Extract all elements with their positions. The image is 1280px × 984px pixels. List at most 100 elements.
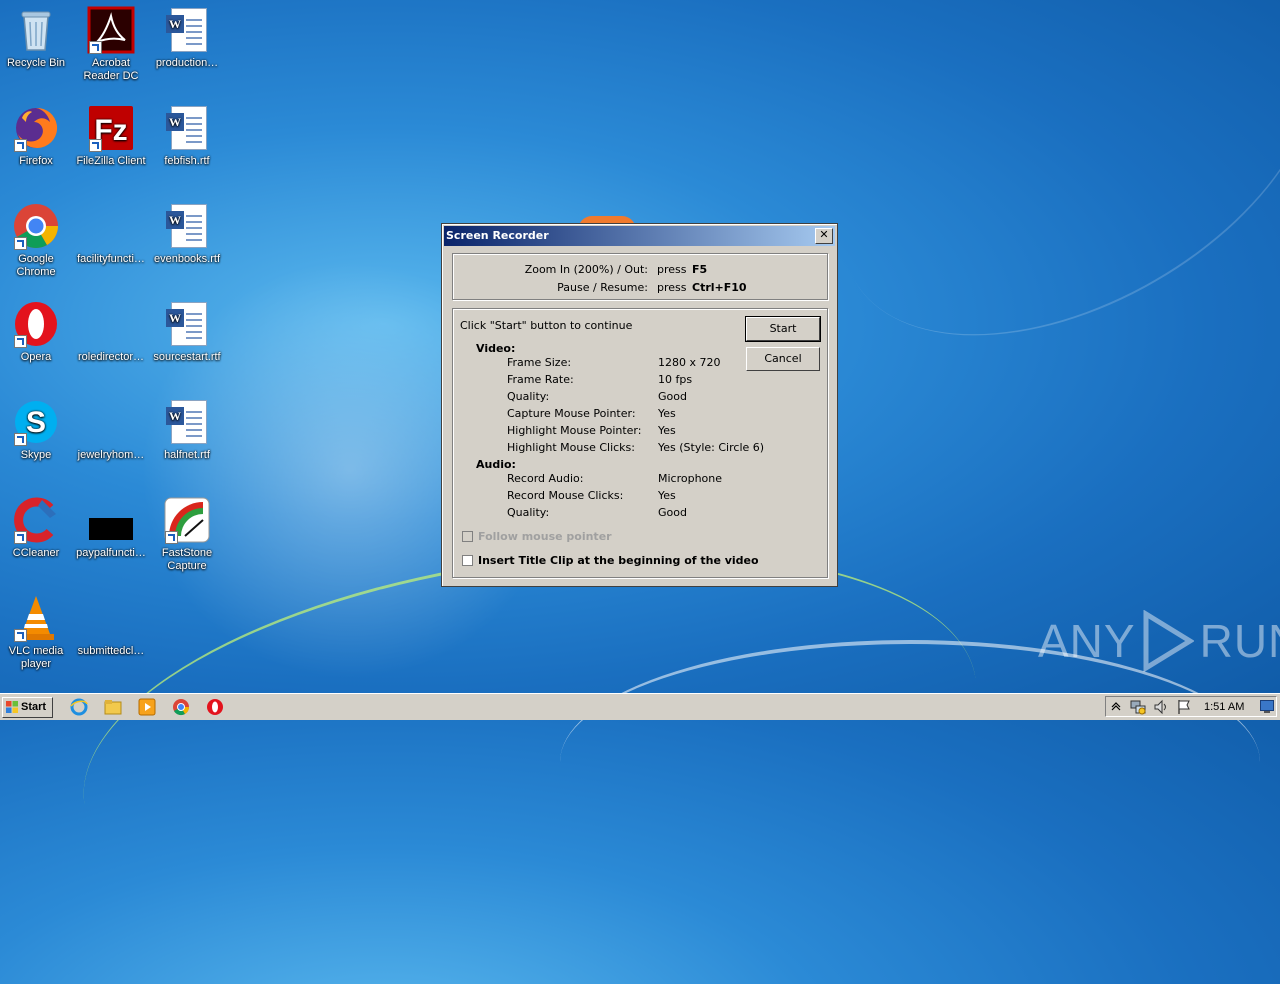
icon-label: Opera xyxy=(20,351,52,363)
start-button-taskbar[interactable]: Start xyxy=(2,697,53,718)
follow-pointer-checkbox[interactable] xyxy=(462,531,473,542)
desktop-icon-file[interactable]: paypalfuncti… xyxy=(73,496,149,560)
setting-name: Frame Size: xyxy=(507,356,572,369)
system-tray xyxy=(1105,696,1277,717)
shortcut-arrow-icon xyxy=(14,237,27,250)
desktop-icon-word-doc[interactable]: W sourcestart.rtf xyxy=(149,300,225,364)
icon-label: FastStone Capture xyxy=(161,547,213,572)
desktop-icon-file[interactable]: jewelryhom… xyxy=(73,398,149,462)
icon-label: VLC media player xyxy=(8,645,64,670)
desktop-icon-firefox[interactable]: Firefox xyxy=(0,104,74,168)
hotkey-press: press xyxy=(657,263,687,276)
hotkey-key: F5 xyxy=(692,263,708,276)
setting-value: Yes xyxy=(658,489,676,502)
wallpaper-curve xyxy=(779,0,1280,412)
follow-pointer-label: Follow mouse pointer xyxy=(478,530,612,543)
icon-label: Recycle Bin xyxy=(6,57,66,69)
watermark-right: RUN xyxy=(1199,615,1280,667)
dialog-title: Screen Recorder xyxy=(446,229,549,242)
setting-name: Highlight Mouse Clicks: xyxy=(507,441,635,454)
desktop-icon-file[interactable]: submittedcl… xyxy=(73,594,149,658)
hotkey-key: Ctrl+F10 xyxy=(692,281,747,294)
dialog-titlebar[interactable]: Screen Recorder ✕ xyxy=(444,226,835,246)
internet-explorer-icon[interactable] xyxy=(70,698,88,716)
windows-flag-icon xyxy=(6,701,18,713)
desktop-icon-filezilla[interactable]: Fz FileZilla Client xyxy=(73,104,149,168)
shortcut-arrow-icon xyxy=(14,335,27,348)
wallpaper-curve xyxy=(560,640,1260,884)
word-document-icon: W xyxy=(163,202,211,250)
icon-label: Google Chrome xyxy=(16,253,56,278)
vlc-cone-icon xyxy=(12,594,60,642)
svg-text:S: S xyxy=(26,406,46,439)
desktop-icon-word-doc[interactable]: W production… xyxy=(149,6,225,70)
hotkeys-group: Zoom In (200%) / Out: press F5 Pause / R… xyxy=(452,253,828,300)
firefox-icon xyxy=(12,104,60,152)
chrome-icon[interactable] xyxy=(172,698,190,716)
desktop-icon-recycle-bin[interactable]: Recycle Bin xyxy=(0,6,74,70)
icon-label: jewelryhom… xyxy=(77,449,145,461)
icon-label: production… xyxy=(155,57,219,69)
desktop-icon-word-doc[interactable]: W febfish.rtf xyxy=(149,104,225,168)
speaker-icon[interactable] xyxy=(1153,699,1169,715)
opera-icon[interactable] xyxy=(206,698,224,716)
desktop-icon-skype[interactable]: S Skype xyxy=(0,398,74,462)
icon-label: halfnet.rtf xyxy=(164,449,210,461)
desktop-icon-file[interactable]: facilityfuncti… xyxy=(73,202,149,266)
blank-file-icon xyxy=(87,398,135,446)
file-explorer-icon[interactable] xyxy=(104,698,122,716)
desktop-icon-google-chrome[interactable]: Google Chrome xyxy=(0,202,74,279)
icon-label: Skype xyxy=(20,449,52,461)
cancel-button[interactable]: Cancel xyxy=(746,347,820,371)
title-clip-checkbox[interactable] xyxy=(462,555,473,566)
shortcut-arrow-icon xyxy=(14,139,27,152)
icon-label: sourcestart.rtf xyxy=(153,351,221,363)
show-desktop-icon[interactable] xyxy=(1260,700,1274,713)
word-document-icon: W xyxy=(163,398,211,446)
setting-value: Good xyxy=(658,390,687,403)
start-button[interactable]: Start xyxy=(745,316,821,342)
setting-value: Yes xyxy=(658,424,676,437)
desktop-icon-ccleaner[interactable]: CCleaner xyxy=(0,496,74,560)
opera-icon xyxy=(12,300,60,348)
settings-group: Click "Start" button to continue Start C… xyxy=(452,308,828,578)
setting-value: Microphone xyxy=(658,472,723,485)
setting-value: Good xyxy=(658,506,687,519)
acrobat-reader-icon xyxy=(87,6,135,54)
media-player-icon[interactable] xyxy=(138,698,156,716)
icon-label: evenbooks.rtf xyxy=(153,253,221,265)
blank-file-icon xyxy=(87,202,135,250)
desktop-icon-vlc[interactable]: VLC media player xyxy=(0,594,74,671)
shortcut-arrow-icon xyxy=(14,629,27,642)
hotkey-press: press xyxy=(657,281,687,294)
setting-value: 1280 x 720 xyxy=(658,356,721,369)
shortcut-arrow-icon xyxy=(14,531,27,544)
flag-icon[interactable] xyxy=(1176,699,1192,715)
icon-label: facilityfuncti… xyxy=(77,253,145,265)
blank-file-icon xyxy=(87,300,135,348)
start-label: Start xyxy=(21,701,47,713)
icon-label: paypalfuncti… xyxy=(76,547,146,559)
setting-name: Quality: xyxy=(507,506,550,519)
clock[interactable]: 1:51 AM xyxy=(1204,701,1244,713)
anyrun-watermark: ANY RUN xyxy=(1038,608,1280,674)
desktop-icon-faststone-capture[interactable]: FastStone Capture xyxy=(149,496,225,573)
desktop-icon-opera[interactable]: Opera xyxy=(0,300,74,364)
icon-label: CCleaner xyxy=(12,547,60,559)
ccleaner-icon xyxy=(12,496,60,544)
chevron-up-icon[interactable] xyxy=(1111,701,1121,711)
icon-label: febfish.rtf xyxy=(164,155,210,167)
screen-recorder-dialog: Screen Recorder ✕ Zoom In (200%) / Out: … xyxy=(441,223,838,587)
close-button[interactable]: ✕ xyxy=(815,228,833,244)
word-document-icon: W xyxy=(163,104,211,152)
desktop-icon-word-doc[interactable]: W halfnet.rtf xyxy=(149,398,225,462)
desktop-icon-word-doc[interactable]: W evenbooks.rtf xyxy=(149,202,225,266)
icon-label: roledirector… xyxy=(77,351,145,363)
setting-value: Yes xyxy=(658,407,676,420)
setting-name: Record Mouse Clicks: xyxy=(507,489,624,502)
word-document-icon: W xyxy=(163,6,211,54)
setting-name: Frame Rate: xyxy=(507,373,574,386)
desktop-icon-acrobat-reader[interactable]: Acrobat Reader DC xyxy=(73,6,149,83)
network-icon[interactable] xyxy=(1130,699,1146,715)
desktop-icon-file[interactable]: roledirector… xyxy=(73,300,149,364)
